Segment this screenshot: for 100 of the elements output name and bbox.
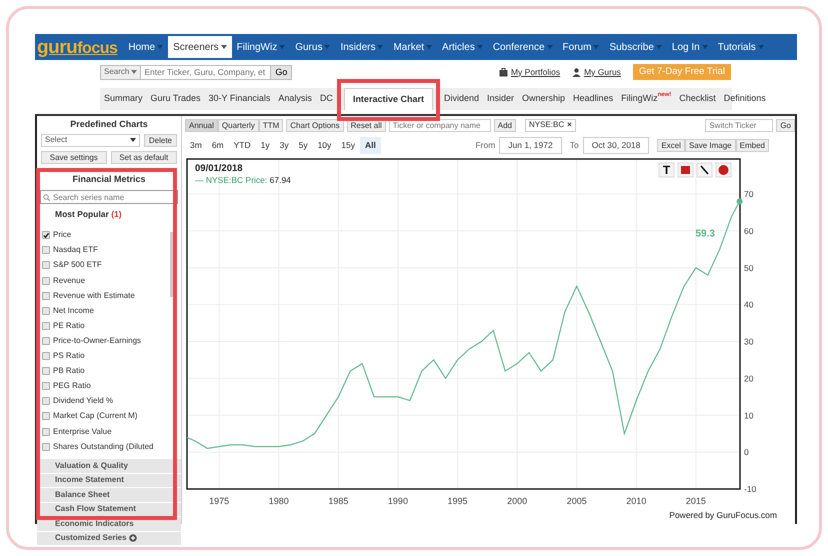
checkbox[interactable]: [42, 382, 50, 390]
checkbox[interactable]: [42, 428, 50, 436]
menu-item[interactable]: Insiders: [335, 36, 388, 58]
metric-item[interactable]: Revenue: [37, 273, 167, 288]
metric-item[interactable]: S&P 500 ETF: [37, 258, 167, 274]
delete-button[interactable]: Delete: [144, 134, 177, 146]
search-scope-dropdown[interactable]: Search: [100, 64, 142, 80]
search-field[interactable]: Enter Ticker, Guru, Company, et: [141, 64, 272, 80]
tab[interactable]: DC: [316, 88, 337, 110]
export-button[interactable]: Save Image: [684, 139, 736, 152]
menu-item[interactable]: Screeners: [168, 36, 232, 58]
range-button[interactable]: YTD: [228, 137, 256, 154]
scrollbar[interactable]: [170, 232, 173, 297]
range-button[interactable]: 3y: [274, 137, 294, 154]
checkbox[interactable]: [42, 231, 50, 240]
text-tool-button[interactable]: T: [658, 162, 674, 178]
range-button[interactable]: 6m: [206, 137, 229, 154]
metric-item[interactable]: Shares Outstanding (Diluted: [37, 439, 167, 454]
metric-item[interactable]: Revenue with Estimate: [37, 288, 167, 304]
caret-icon: [377, 45, 384, 49]
range-button[interactable]: 5y: [294, 137, 313, 154]
metric-item[interactable]: PS Ratio: [37, 348, 167, 364]
export-button[interactable]: Embed: [736, 139, 769, 152]
menu-item[interactable]: FilingWiz: [232, 36, 290, 58]
date-field[interactable]: Oct 30, 2018: [582, 137, 650, 154]
metric-item[interactable]: PEG Ratio: [37, 378, 167, 394]
period-button[interactable]: Annual: [185, 118, 218, 132]
range-button[interactable]: 3m: [185, 137, 207, 154]
go-button[interactable]: Go: [271, 64, 292, 80]
date-label: From: [475, 139, 496, 152]
menu-item[interactable]: Tutorials: [712, 36, 769, 58]
menu-item[interactable]: Home: [123, 36, 168, 58]
tab[interactable]: Definitions: [720, 88, 770, 110]
remove-button[interactable]: ×: [567, 119, 572, 132]
tab[interactable]: Headlines: [569, 88, 618, 110]
checkbox[interactable]: [42, 322, 50, 330]
range-button[interactable]: 10y: [312, 137, 336, 154]
checkbox[interactable]: [42, 306, 50, 315]
x-axis-label: 2015: [686, 496, 706, 506]
metric-item[interactable]: Net Income: [37, 303, 167, 318]
menu-item[interactable]: Gurus: [290, 36, 336, 58]
tab[interactable]: Analysis: [274, 88, 316, 110]
menu-item[interactable]: Articles: [437, 36, 488, 58]
checkbox[interactable]: [42, 261, 50, 270]
save-settings-button[interactable]: Save settings: [41, 150, 107, 164]
ticker-field[interactable]: Ticker or company name: [388, 118, 491, 132]
metric-item[interactable]: Nasdaq ETF: [37, 242, 167, 258]
tab[interactable]: 30-Y Financials: [204, 88, 274, 110]
chart-select[interactable]: Select: [41, 134, 140, 146]
tab[interactable]: Summary: [100, 88, 147, 110]
rectangle-tool-button[interactable]: [678, 162, 694, 178]
range-button[interactable]: 15y: [336, 137, 360, 154]
tab[interactable]: Insider: [483, 88, 518, 110]
line-tool-button[interactable]: [696, 162, 712, 178]
checkbox[interactable]: [42, 246, 50, 254]
tab[interactable]: Ownership: [518, 88, 570, 110]
circle-tool-button[interactable]: [716, 162, 732, 178]
export-button[interactable]: Excel: [657, 139, 685, 152]
toolbar-button[interactable]: Chart Options: [286, 118, 344, 132]
menu-item[interactable]: Conference: [488, 36, 558, 58]
tab[interactable]: Interactive Chart: [344, 88, 433, 110]
tab[interactable]: Dividend: [440, 88, 483, 110]
set-default-button[interactable]: Set as default: [110, 150, 178, 164]
metric-item[interactable]: Enterprise Value: [37, 424, 167, 440]
range-button[interactable]: All: [360, 137, 381, 154]
metric-item[interactable]: Price-to-Owner-Earnings: [37, 333, 167, 348]
checkbox[interactable]: [42, 412, 50, 420]
section-header[interactable]: Customized Series: [37, 530, 181, 546]
checkbox[interactable]: [42, 442, 50, 451]
user-link[interactable]: My Gurus: [572, 66, 621, 78]
tab[interactable]: Guru Trades: [146, 88, 205, 110]
switch-ticker-field[interactable]: Switch Ticker: [705, 118, 774, 132]
search-field[interactable]: Search series name: [40, 190, 178, 204]
tab[interactable]: Checklist: [675, 88, 720, 110]
menu-item[interactable]: Log In: [666, 36, 713, 58]
range-button[interactable]: 1y: [256, 137, 275, 154]
menu-item[interactable]: Market: [388, 36, 438, 58]
checkbox[interactable]: [42, 397, 50, 406]
period-button[interactable]: Quarterly: [218, 118, 259, 132]
checkbox[interactable]: [42, 276, 50, 285]
section-header[interactable]: Valuation & Quality: [37, 458, 181, 473]
metric-item[interactable]: PB Ratio: [37, 364, 167, 379]
checkbox[interactable]: [42, 336, 50, 345]
checkbox[interactable]: [42, 292, 50, 300]
menu-item[interactable]: Subscribe: [604, 36, 667, 58]
metric-item[interactable]: Market Cap (Current M): [37, 408, 167, 424]
metric-item[interactable]: Price: [37, 228, 167, 243]
metric-item[interactable]: PE Ratio: [37, 318, 167, 334]
section-header[interactable]: Balance Sheet: [37, 487, 181, 502]
date-field[interactable]: Jun 1, 1972: [499, 137, 562, 154]
checkbox[interactable]: [42, 367, 50, 376]
ticker-tag: NYSE:BC ×: [524, 118, 576, 132]
period-button[interactable]: TTM: [258, 118, 284, 132]
user-link[interactable]: My Portfolios: [498, 66, 560, 78]
checkbox[interactable]: [42, 352, 50, 360]
caret-icon: [702, 45, 708, 49]
metric-item[interactable]: Dividend Yield %: [37, 394, 167, 409]
menu-item[interactable]: Forum: [558, 36, 604, 58]
add-button[interactable]: Add: [494, 118, 516, 132]
go-button[interactable]: Go: [776, 118, 795, 132]
